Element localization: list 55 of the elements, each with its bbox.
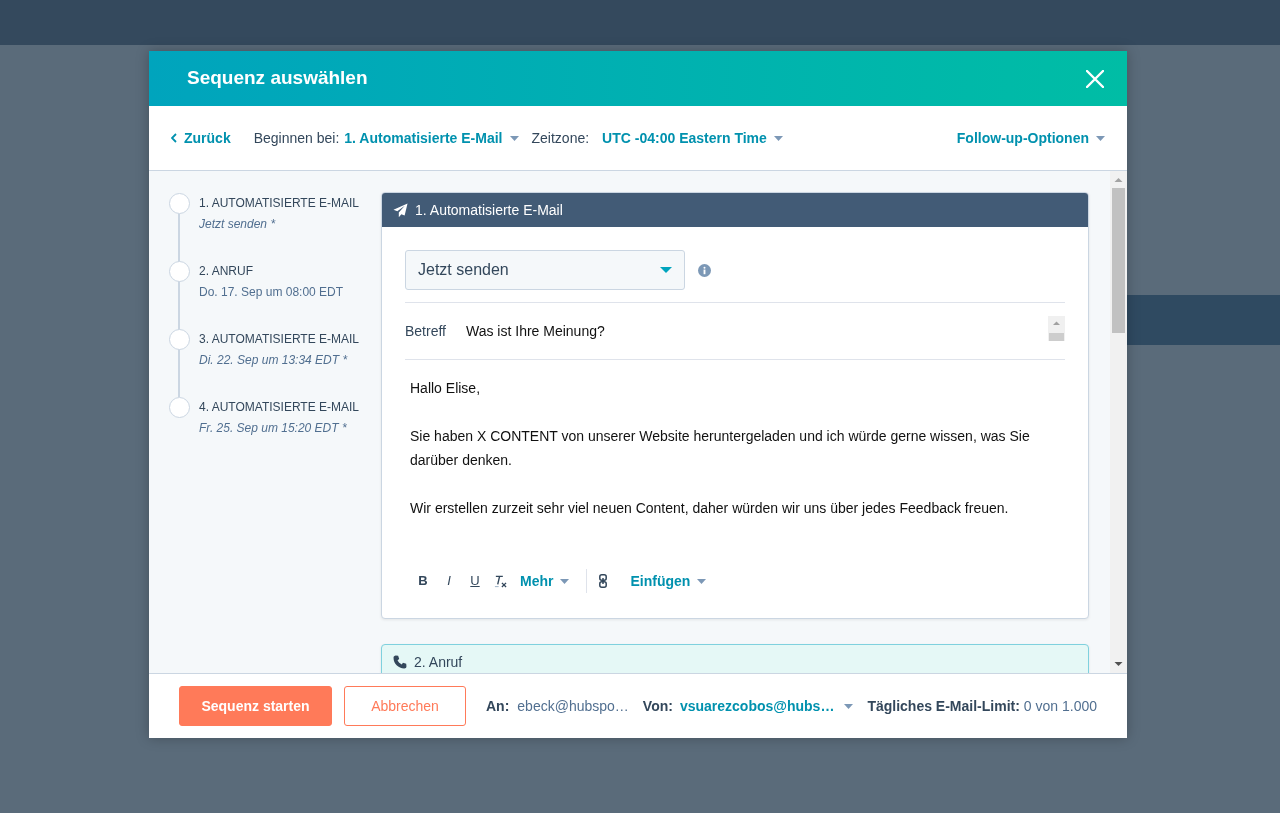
step-title: 3. AUTOMATISIERTE E-MAIL [199, 331, 360, 348]
timezone-dropdown[interactable]: UTC -04:00 Eastern Time [602, 127, 783, 149]
card-title: 2. Anruf [414, 652, 463, 672]
back-link[interactable]: Zurück [169, 127, 231, 149]
step-circle-icon [169, 397, 190, 418]
follow-up-options-dropdown[interactable]: Follow-up-Optionen [956, 127, 1105, 149]
caret-icon [844, 703, 854, 709]
start-step-dropdown[interactable]: 1. Automatisierte E-Mail [344, 127, 519, 149]
caret-icon [697, 578, 707, 584]
close-icon[interactable] [1086, 69, 1104, 88]
caret-icon [1096, 135, 1105, 141]
clear-format-icon[interactable] [494, 574, 507, 588]
step-circle-icon [169, 261, 190, 282]
card-title: 1. Automatisierte E-Mail [415, 200, 563, 220]
start-sequence-button[interactable]: Sequenz starten [179, 686, 332, 726]
step-schedule: Di. 22. Sep um 13:34 EDT * [199, 352, 349, 369]
dialog-title: Sequenz auswählen [187, 67, 368, 90]
step-title: 2. ANRUF [199, 263, 254, 280]
link-icon[interactable] [599, 574, 608, 588]
toolbar-menu-dropdown[interactable]: Einfügen [630, 570, 707, 592]
email-body-editor[interactable]: Hallo Elise, Sie haben X CONTENT von unserer Website heruntergeladen und ich würde gerne wissen, was Sie darüber denken. Wir erstellen zurzeit sehr viel neuen Content, daher würden wir uns über jedes Feedback freuen. [405, 360, 1065, 520]
step-schedule: Do. 17. Sep um 08:00 EDT [199, 284, 344, 301]
caret-icon [509, 135, 519, 141]
sender-label: Von: [642, 696, 673, 716]
step-schedule: Jetzt senden * [199, 216, 277, 233]
subject-scrollbar-drawing [1048, 315, 1065, 341]
info-icon[interactable] [698, 263, 711, 277]
scrollbar-thumb[interactable] [1112, 188, 1125, 333]
cancel-button[interactable]: Abbrechen [344, 686, 466, 726]
scrollbar-track[interactable] [1110, 171, 1127, 673]
toolbar-menu-dropdown[interactable]: Mehr [520, 570, 570, 592]
subject-label: Betreff [405, 321, 447, 341]
timezone-label: Zeitzone: [531, 128, 590, 148]
caret-icon [660, 267, 672, 273]
chevron-left-icon [171, 133, 177, 143]
bold-button[interactable]: B [413, 570, 433, 592]
step-circle-icon [169, 193, 190, 214]
step-circle-icon [169, 329, 190, 350]
caret-icon [560, 578, 570, 584]
email-limit-label: Tägliches E-Mail-Limit: [867, 696, 1020, 716]
sender-dropdown[interactable]: vsuarezcobos@hubs… [679, 695, 854, 717]
italic-button[interactable]: I [439, 570, 459, 592]
start-at-label: Beginnen bei: [253, 128, 340, 148]
caret-icon [773, 135, 783, 141]
step-title: 1. AUTOMATISIERTE E-MAIL [199, 195, 360, 212]
recipient-email: ebeck@hubspo… [517, 696, 629, 716]
step-title: 4. AUTOMATISIERTE E-MAIL [199, 399, 360, 416]
step-schedule: Fr. 25. Sep um 15:20 EDT * [199, 420, 348, 437]
recipient-label: An: [486, 696, 510, 716]
paper-plane-icon [393, 202, 408, 218]
phone-icon [393, 655, 407, 669]
email-limit-value: 0 von 1.000 [1023, 696, 1098, 716]
send-time-select[interactable]: Jetzt senden [405, 250, 685, 290]
underline-button[interactable]: U [465, 570, 485, 592]
subject-input[interactable]: Was ist Ihre Meinung? [466, 320, 1026, 342]
